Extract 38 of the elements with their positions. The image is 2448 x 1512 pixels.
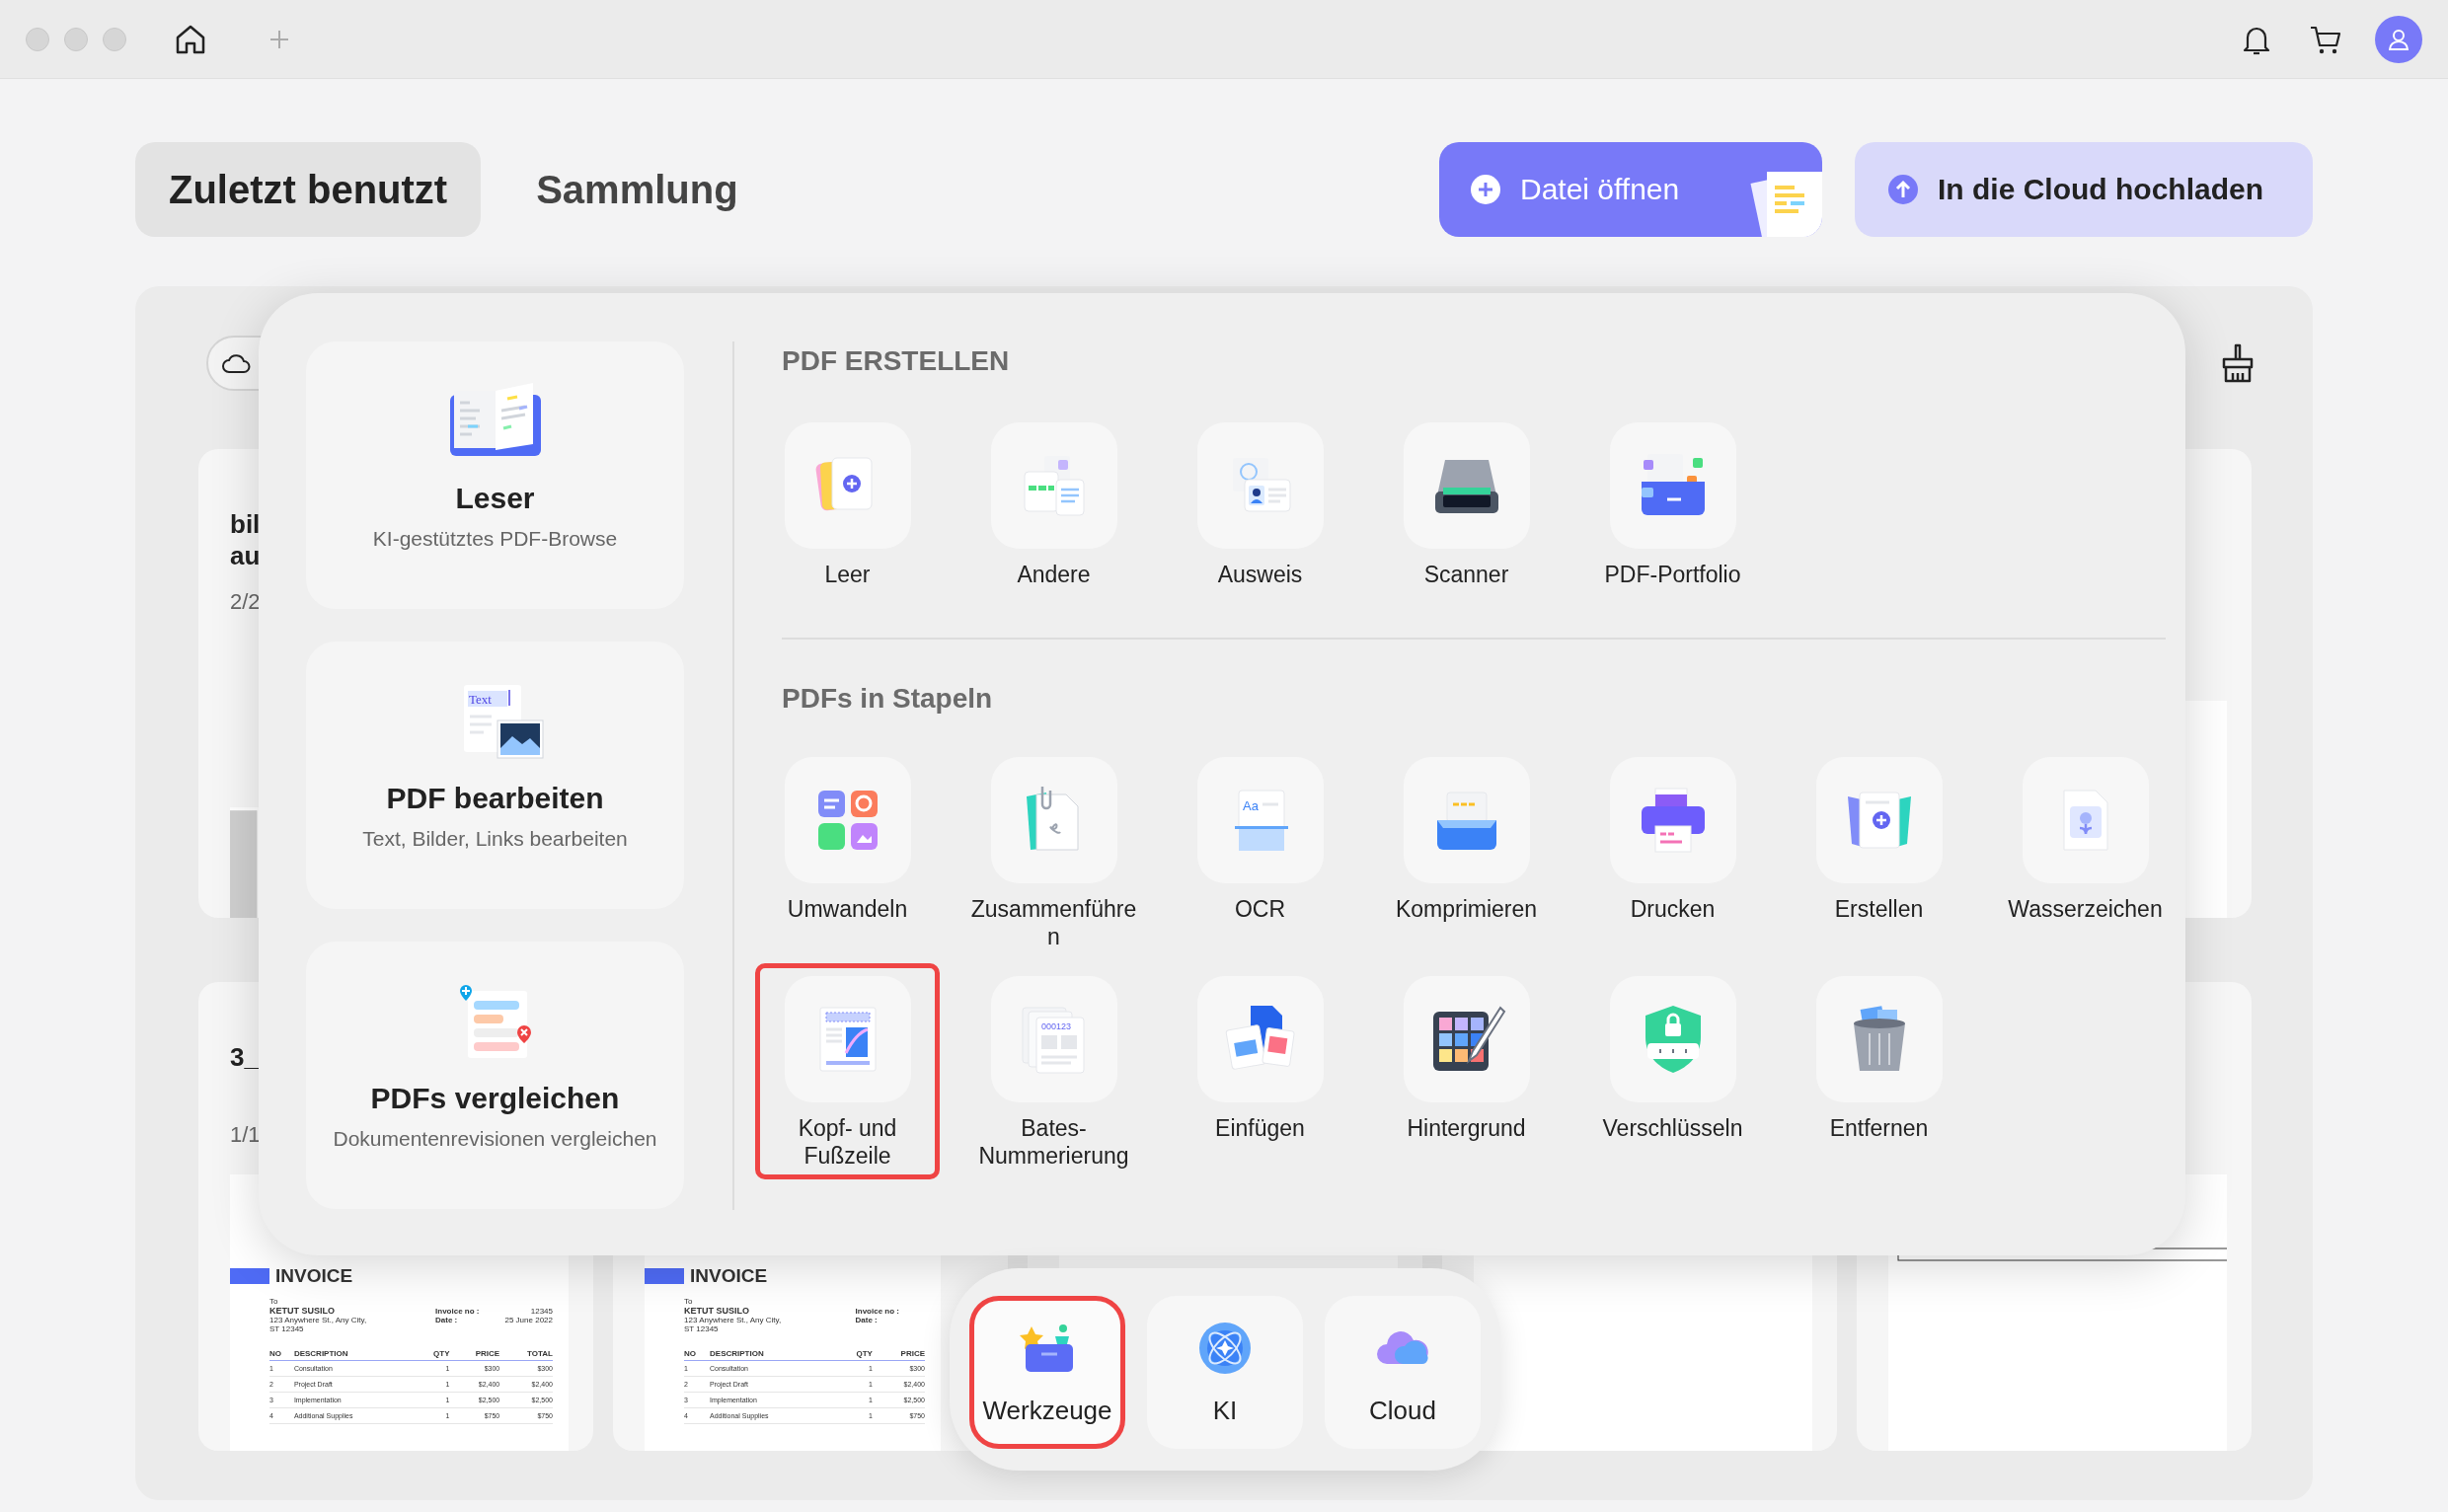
file-title: 3_: [230, 1041, 259, 1073]
card-subtitle: KI-gestütztes PDF-Browse: [372, 527, 618, 551]
invoice-title: INVOICE: [275, 1265, 353, 1287]
invoice-text: To: [269, 1297, 279, 1306]
invoice-text: 123 Anywhere St., Any City,: [684, 1316, 782, 1324]
table-header: NO: [269, 1347, 294, 1361]
table-header: TOTAL: [499, 1347, 553, 1361]
section-heading: PDF ERSTELLEN: [782, 345, 1011, 378]
table-header: QTY: [837, 1347, 873, 1361]
card-subtitle: Text, Bilder, Links bearbeiten: [362, 827, 628, 851]
invoice-text: Invoice no :: [855, 1307, 899, 1316]
invoice-title: INVOICE: [690, 1265, 768, 1287]
card-title: PDFs vergleichen: [370, 1082, 620, 1115]
table-header: NO: [684, 1347, 711, 1361]
page-count: 1/1: [230, 1122, 261, 1148]
table-header: DESCRIPTION: [710, 1347, 838, 1361]
section-heading: PDFs in Stapeln: [782, 683, 994, 716]
invoice-text: Date :: [855, 1316, 879, 1324]
table-header: PRICE: [449, 1347, 500, 1361]
table-header: QTY: [416, 1347, 450, 1361]
page-count: 2/2: [230, 589, 261, 615]
invoice-text: Invoice no :: [435, 1307, 480, 1316]
card-subtitle: Dokumentenrevisionen vergleichen: [333, 1127, 657, 1151]
invoice-text: 123 Anywhere St., Any City,: [269, 1316, 367, 1324]
invoice-text: ST 12345: [684, 1324, 720, 1333]
file-title: au: [230, 540, 261, 571]
invoice-text: Date :: [435, 1316, 459, 1324]
card-title: PDF bearbeiten: [386, 782, 604, 815]
invoice-text: To: [684, 1297, 694, 1306]
invoice-text: KETUT SUSILO: [684, 1306, 750, 1316]
card-title: Leser: [455, 482, 535, 515]
table-header: DESCRIPTION: [293, 1347, 417, 1361]
invoice-text: 12345: [529, 1307, 553, 1316]
invoice-text: KETUT SUSILO: [269, 1306, 336, 1316]
table-header: PRICE: [872, 1347, 925, 1361]
invoice-text: 25 June 2022: [504, 1316, 553, 1324]
invoice-text: ST 12345: [269, 1324, 305, 1333]
file-title: bil: [230, 508, 261, 540]
